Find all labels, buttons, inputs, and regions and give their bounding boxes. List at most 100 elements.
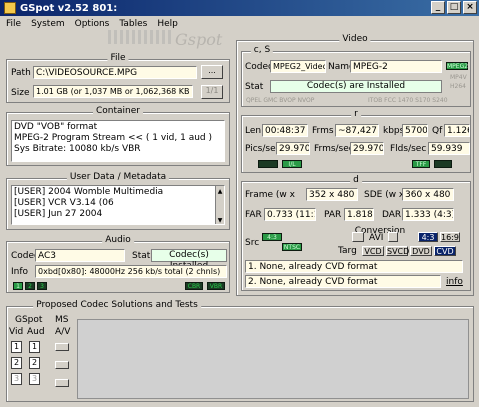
av-label: A/V <box>55 327 71 337</box>
size-button[interactable]: 1/1 <box>201 85 223 99</box>
qf-field[interactable]: 1.126 <box>444 124 470 137</box>
par-label: PAR <box>324 210 342 220</box>
container-line: DVD "VOB" format <box>14 122 98 132</box>
flds-label: Flds/sec <box>390 144 427 154</box>
targ-dvd-btn[interactable]: DVD <box>410 246 432 256</box>
avi-label: AVI <box>369 233 384 243</box>
flds-field[interactable]: 59.939 <box>428 142 470 155</box>
proposed-group: Proposed Codec Solutions and Tests GSpot… <box>6 300 474 402</box>
sde-field[interactable]: 360 x 480 <box>402 188 454 201</box>
audio-led-2: 2 <box>25 282 35 290</box>
userdata-scrollbar[interactable]: ▲ ▼ <box>215 186 224 224</box>
path-field[interactable]: C:\VIDEOSOURCE.MPG <box>33 66 197 79</box>
pics-field[interactable]: 29.970 <box>276 142 310 155</box>
userdata-line: [USER] 2004 Womble Multimedia <box>14 187 164 197</box>
file-group-title: File <box>107 53 129 63</box>
vid-label: Vid <box>9 327 24 337</box>
kbps-field[interactable]: 5700 <box>402 124 428 137</box>
audio-codec-field[interactable]: AC3 <box>35 249 125 262</box>
targ-vcd-btn[interactable]: VCD <box>362 246 384 256</box>
vid-btn-3[interactable]: 3 <box>11 373 22 385</box>
scroll-down-icon[interactable]: ▼ <box>216 215 224 224</box>
conversion-line-1[interactable]: 1. None, already CVD format <box>245 260 463 273</box>
targ-svcd-btn[interactable]: SVCD <box>386 246 409 256</box>
userdata-list[interactable]: [USER] 2004 Womble Multimedia [USER] VCR… <box>11 185 225 225</box>
audio-info-field[interactable]: 0xbd[0x80]: 48000Hz 256 kb/s total (2 ch… <box>35 265 227 278</box>
gspot-label: GSpot <box>15 315 43 325</box>
userdata-line: [USER] Jun 27 2004 <box>14 209 103 219</box>
menu-tables[interactable]: Tables <box>119 19 147 29</box>
frame-subgroup: d Frame (w x 352 x 480 SDE (w x 360 x 48… <box>241 175 471 291</box>
audio-led-1: 1 <box>13 282 23 290</box>
par-field[interactable]: 1.818 <box>344 208 374 221</box>
audio-stat-label: Stat <box>132 251 151 261</box>
frms-sec-label: Frms/sec <box>314 144 354 154</box>
frame-subgroup-title: d <box>350 175 362 185</box>
minimize-button[interactable]: _ <box>431 1 445 14</box>
gspot-window: GSpot v2.52 801: _ □ × File System Optio… <box>0 0 479 407</box>
h264-tag: H264 <box>450 83 466 90</box>
file-group: File Path C:\VIDEOSOURCE.MPG ... Size 1.… <box>6 53 230 103</box>
far-label: FAR <box>245 210 262 220</box>
video-stat-label: Stat <box>245 82 264 92</box>
vid-btn-1[interactable]: 1 <box>11 341 22 353</box>
mp4v-tag: MP4V <box>450 74 467 81</box>
proposed-results-area <box>77 319 469 399</box>
browse-button[interactable]: ... <box>201 65 223 79</box>
audio-stat-field: Codec(s) Installed <box>151 249 227 271</box>
scroll-up-icon[interactable]: ▲ <box>216 186 224 197</box>
conversion-line-2[interactable]: 2. None, already CVD format <box>245 275 441 288</box>
sde-label: SDE (w x <box>364 190 405 200</box>
aud-btn-1[interactable]: 1 <box>29 341 40 353</box>
aud-btn-3[interactable]: 3 <box>29 373 40 385</box>
mpeg2-led: MPEG2 <box>446 62 469 70</box>
dar-field[interactable]: 1.333 (4:3) <box>402 208 454 221</box>
maximize-button[interactable]: □ <box>447 1 461 14</box>
video-name-field[interactable]: MPEG-2 <box>350 60 442 73</box>
frame-field[interactable]: 352 x 480 <box>306 188 358 201</box>
ms-btn-1[interactable] <box>55 343 69 351</box>
size-label: Size <box>11 88 30 98</box>
info-link[interactable]: info <box>446 277 463 287</box>
aud-label: Aud <box>27 327 45 337</box>
ms-label: MS <box>55 315 69 325</box>
conv-square-btn[interactable] <box>352 232 364 242</box>
menu-file[interactable]: File <box>6 19 21 29</box>
app-icon <box>4 2 16 14</box>
src-led-ntsc: NTSC <box>282 243 302 251</box>
size-field[interactable]: 1.01 GB (or 1,037 MB or 1,062,368 KB or … <box>33 85 193 98</box>
audio-info-label: Info <box>11 267 29 277</box>
gspot-logo: Gspot <box>175 30 223 49</box>
vid-btn-2[interactable]: 2 <box>11 357 22 369</box>
targ-169-btn[interactable]: 16:9 <box>440 232 460 242</box>
targ-cvd-btn[interactable]: CVD <box>434 246 456 256</box>
avi-btn[interactable] <box>388 232 398 242</box>
container-box[interactable]: DVD "VOB" format MPEG-2 Program Stream <… <box>11 120 225 162</box>
video-group: Video c, S Codec MPEG2_Video Name MPEG-2… <box>236 34 474 296</box>
menu-help[interactable]: Help <box>157 19 178 29</box>
audio-group-title: Audio <box>102 235 134 245</box>
userdata-group-title: User Data / Metadata <box>66 172 170 182</box>
menu-system[interactable]: System <box>31 19 65 29</box>
src-label: Src <box>245 238 260 248</box>
frms-field[interactable]: ~87,427 <box>335 124 379 137</box>
container-line: Sys Bitrate: 10080 kb/s VBR <box>14 144 141 154</box>
far-field[interactable]: 0.733 (11:15) <box>264 208 316 221</box>
path-label: Path <box>11 68 31 78</box>
container-line: MPEG-2 Program Stream << ( 1 vid, 1 aud … <box>14 133 212 143</box>
il-led: I/L <box>282 160 302 168</box>
targ-43-btn[interactable]: 4:3 <box>418 232 438 242</box>
aud-btn-2[interactable]: 2 <box>29 357 40 369</box>
ms-btn-2[interactable] <box>55 361 69 369</box>
qf-label: Qf <box>432 126 443 136</box>
dar-label: DAR <box>382 210 402 220</box>
frms-sec-field[interactable]: 29.970 <box>350 142 384 155</box>
video-codec-field[interactable]: MPEG2_Video <box>270 60 326 73</box>
codec-subgroup-title: c, S <box>250 45 274 55</box>
len-field[interactable]: 00:48:37 <box>262 124 308 137</box>
proposed-title: Proposed Codec Solutions and Tests <box>33 300 201 310</box>
menu-options[interactable]: Options <box>75 19 110 29</box>
close-button[interactable]: × <box>463 1 477 14</box>
audio-led-vbr: VBR <box>207 282 225 290</box>
ms-btn-3[interactable] <box>55 379 69 387</box>
